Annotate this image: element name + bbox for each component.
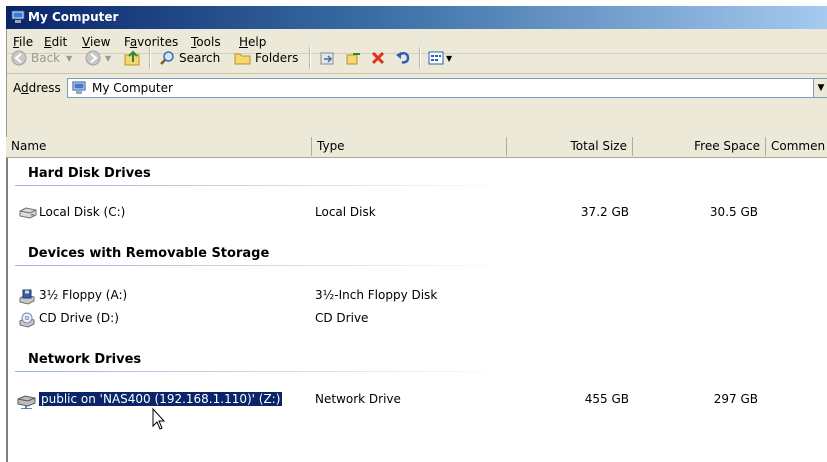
group-network-drives: Network Drives xyxy=(28,352,142,367)
delete-icon xyxy=(371,51,385,65)
list-item-selected[interactable]: public on 'NAS400 (192.168.1.110)' (Z:) … xyxy=(16,391,796,410)
back-button[interactable]: Back ▼ xyxy=(11,49,72,67)
move-to-icon xyxy=(320,52,334,65)
copy-to-button[interactable] xyxy=(345,49,363,67)
item-name: Local Disk (C:) xyxy=(39,205,126,219)
search-label: Search xyxy=(179,51,221,65)
item-type: Local Disk xyxy=(315,205,376,219)
folders-button[interactable]: Folders xyxy=(234,49,298,67)
back-label: Back xyxy=(31,51,61,65)
list-item[interactable]: Local Disk (C:) Local Disk 37.2 GB 30.5 … xyxy=(18,205,798,223)
item-total-size: 455 GB xyxy=(584,392,629,406)
address-field[interactable]: My Computer ▼ xyxy=(67,78,827,98)
window-title: My Computer xyxy=(28,10,119,24)
my-computer-icon xyxy=(11,10,25,23)
item-name: 3½ Floppy (A:) xyxy=(39,288,128,302)
address-bar: Address My Computer ▼ xyxy=(7,75,827,101)
group-divider xyxy=(15,371,515,372)
column-comments[interactable]: Commen xyxy=(766,137,827,156)
views-dropdown-icon: ▼ xyxy=(446,53,453,63)
column-total-size[interactable]: Total Size xyxy=(507,137,633,156)
address-label: Address xyxy=(13,81,61,95)
group-removable-storage: Devices with Removable Storage xyxy=(28,246,270,261)
forward-dropdown-icon[interactable]: ▼ xyxy=(105,54,111,63)
back-dropdown-icon[interactable]: ▼ xyxy=(66,54,72,63)
item-free-space: 30.5 GB xyxy=(709,205,758,219)
item-type: CD Drive xyxy=(315,311,369,325)
column-header: Name Type Total Size Free Space Commen xyxy=(6,137,827,158)
undo-icon xyxy=(396,52,410,64)
copy-to-icon xyxy=(346,53,360,65)
group-divider xyxy=(15,185,515,186)
item-free-space: 297 GB xyxy=(713,392,758,406)
floppy-drive-icon xyxy=(19,289,35,305)
column-type[interactable]: Type xyxy=(312,137,507,156)
address-dropdown-icon[interactable]: ▼ xyxy=(813,79,827,97)
toolbar-separator xyxy=(419,47,421,69)
undo-button[interactable] xyxy=(395,49,411,67)
my-computer-icon xyxy=(72,81,86,94)
column-free-space[interactable]: Free Space xyxy=(633,137,766,156)
views-button[interactable]: ▼ xyxy=(428,49,452,67)
cd-drive-icon xyxy=(19,312,35,328)
folders-label: Folders xyxy=(255,51,299,65)
network-drive-icon xyxy=(17,395,36,409)
hard-disk-icon xyxy=(19,207,37,219)
search-icon xyxy=(160,51,174,65)
toolbar-separator xyxy=(309,47,311,69)
toolbar: Back ▼ ▼ Search Folders ▼ xyxy=(7,43,827,74)
item-type: 3½-Inch Floppy Disk xyxy=(315,288,438,302)
up-folder-button[interactable] xyxy=(124,49,142,67)
item-total-size: 37.2 GB xyxy=(580,205,629,219)
toolbar-separator xyxy=(149,47,151,69)
move-to-button[interactable] xyxy=(319,49,337,67)
up-folder-icon xyxy=(124,50,140,66)
column-name[interactable]: Name xyxy=(6,137,312,156)
forward-button[interactable]: ▼ xyxy=(85,49,111,67)
address-value: My Computer xyxy=(92,81,173,95)
delete-button[interactable] xyxy=(370,49,386,67)
mouse-cursor-icon xyxy=(152,408,166,430)
back-arrow-icon xyxy=(11,50,27,66)
item-name: CD Drive (D:) xyxy=(39,311,119,325)
item-type: Network Drive xyxy=(315,392,401,406)
list-item[interactable]: CD Drive (D:) CD Drive xyxy=(18,311,798,329)
folders-icon xyxy=(234,53,251,65)
group-hard-disk-drives: Hard Disk Drives xyxy=(28,166,151,181)
forward-arrow-icon xyxy=(85,50,101,66)
search-button[interactable]: Search xyxy=(159,49,220,67)
item-name: public on 'NAS400 (192.168.1.110)' (Z:) xyxy=(37,391,284,407)
views-icon xyxy=(428,51,444,65)
group-divider xyxy=(15,265,515,266)
list-item[interactable]: 3½ Floppy (A:) 3½-Inch Floppy Disk xyxy=(18,288,798,306)
title-bar[interactable]: My Computer xyxy=(6,6,827,29)
